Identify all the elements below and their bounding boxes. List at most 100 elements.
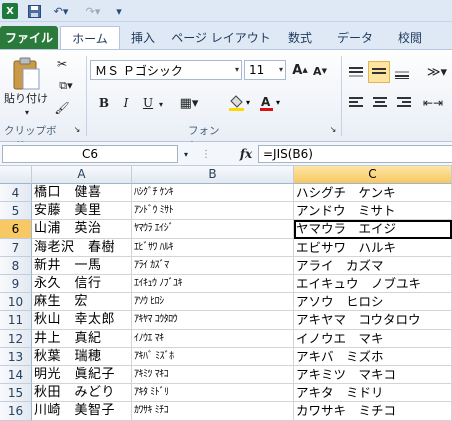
spreadsheet-grid[interactable]: A B C 4 橋口 健喜 ﾊｼｸﾞﾁ ｹﾝｷ ハシグチ ケンキ 5 安藤 美里 ｱﾝﾄﾞｳ… <box>0 166 452 421</box>
font-name-combo[interactable]: ＭＳ Ｐゴシック ▾ <box>90 60 242 80</box>
tab-data[interactable]: データ <box>330 26 380 49</box>
cell-b[interactable]: ﾊｼｸﾞﾁ ｹﾝｷ <box>132 184 294 203</box>
clipboard-launcher-icon[interactable]: ↘ <box>72 124 82 134</box>
cell-b[interactable]: ｲﾉｳｴ ﾏｷ <box>132 329 294 348</box>
cell-b[interactable]: ﾔﾏｳﾗ ｴｲｼﾞ <box>132 220 294 239</box>
tab-file[interactable]: ファイル <box>0 26 58 49</box>
cell-a[interactable]: 安藤 美里 <box>32 202 132 221</box>
row-header[interactable]: 11 <box>0 311 32 330</box>
cell-b[interactable]: ｱｿｳ ﾋﾛｼ <box>132 293 294 312</box>
cell-c[interactable]: イノウエ マキ <box>294 329 452 348</box>
cell-c[interactable]: アキタ ミドリ <box>294 384 452 403</box>
copy-icon[interactable]: ⧉▾ <box>54 78 78 94</box>
font-launcher-icon[interactable]: ↘ <box>328 124 338 134</box>
insert-function-button[interactable]: fx <box>236 145 256 163</box>
tab-insert[interactable]: 挿入 <box>122 26 164 49</box>
cell-b[interactable]: ｱﾗｲ ｶｽﾞﾏ <box>132 256 294 275</box>
cell-a[interactable]: 永久 信行 <box>32 275 132 294</box>
align-bottom-icon[interactable] <box>392 64 412 82</box>
paste-icon[interactable] <box>6 54 46 94</box>
tab-home[interactable]: ホーム <box>60 26 120 50</box>
row-header[interactable]: 6 <box>0 220 32 239</box>
name-box[interactable]: C6 <box>2 145 178 163</box>
bold-button[interactable]: B <box>96 94 112 112</box>
underline-dropdown-icon[interactable]: ▾ <box>156 98 166 110</box>
row-header[interactable]: 13 <box>0 347 32 366</box>
fill-color-icon[interactable]: ▾ <box>226 94 254 112</box>
cell-a[interactable]: 秋山 幸太郎 <box>32 311 132 330</box>
borders-icon[interactable]: ▦▾ <box>178 94 200 112</box>
cell-c[interactable]: カワサキ ミチコ <box>294 402 452 421</box>
cell-b[interactable]: ｱｷﾊﾞ ﾐｽﾞﾎ <box>132 347 294 366</box>
row-header[interactable]: 4 <box>0 184 32 203</box>
cell-c[interactable]: アンドウ ミサト <box>294 202 452 221</box>
grow-font-button[interactable]: A ▲ <box>292 60 308 80</box>
formula-input[interactable]: =JIS(B6) <box>258 145 452 163</box>
cell-c[interactable]: ハシグチ ケンキ <box>294 184 452 203</box>
cell-b[interactable]: ｴﾋﾞｻﾜ ﾊﾙｷ <box>132 238 294 257</box>
cell-a[interactable]: 秋葉 瑞穂 <box>32 347 132 366</box>
row-header[interactable]: 12 <box>0 329 32 348</box>
align-top-icon[interactable] <box>346 64 366 82</box>
cell-c[interactable]: アソウ ヒロシ <box>294 293 452 312</box>
row-header[interactable]: 15 <box>0 384 32 403</box>
cell-b[interactable]: ｱｷﾐﾂ ﾏｷｺ <box>132 366 294 385</box>
cell-a[interactable]: 海老沢 春樹 <box>32 238 132 257</box>
italic-button[interactable]: I <box>118 94 134 112</box>
underline-button[interactable]: U <box>140 94 156 112</box>
align-center-icon[interactable] <box>370 94 390 112</box>
font-size-combo[interactable]: 11 ▾ <box>244 60 286 80</box>
cell-a[interactable]: 井上 真紀 <box>32 329 132 348</box>
cell-c[interactable]: エイキュウ ノブユキ <box>294 275 452 294</box>
align-middle-icon[interactable] <box>368 61 390 83</box>
column-header-b[interactable]: B <box>132 166 294 184</box>
cell-a[interactable]: 明光 眞紀子 <box>32 366 132 385</box>
cell-c[interactable]: アライ カズマ <box>294 256 452 275</box>
indent-icon[interactable]: ⇤⇥ <box>420 94 446 112</box>
column-header-c[interactable]: C <box>294 166 452 184</box>
cut-icon[interactable]: ✂ <box>54 56 70 72</box>
format-painter-icon[interactable]: 🖌 <box>54 100 70 116</box>
cell-c[interactable]: ヤマウラ エイジ <box>294 220 452 239</box>
row-header[interactable]: 8 <box>0 256 32 275</box>
undo-icon[interactable]: ↶▾ <box>50 3 72 19</box>
cell-b[interactable]: ｱｷﾔﾏ ｺｳﾀﾛｳ <box>132 311 294 330</box>
cell-b[interactable]: ｶﾜｻｷ ﾐﾁｺ <box>132 402 294 421</box>
row-header[interactable]: 7 <box>0 238 32 257</box>
save-icon[interactable] <box>26 3 42 19</box>
name-box-dropdown-icon[interactable]: ▾ <box>180 148 192 160</box>
paste-button[interactable]: 貼り付け <box>2 90 50 106</box>
cell-a[interactable]: 秋田 みどり <box>32 384 132 403</box>
row-header[interactable]: 16 <box>0 402 32 421</box>
tab-page-layout[interactable]: ページ レイアウト <box>170 26 272 49</box>
row-header[interactable]: 5 <box>0 202 32 221</box>
row-header[interactable]: 14 <box>0 366 32 385</box>
select-all-corner[interactable] <box>0 166 32 184</box>
align-right-icon[interactable] <box>394 94 414 112</box>
cell-a[interactable]: 新井 一馬 <box>32 256 132 275</box>
row-header[interactable]: 10 <box>0 293 32 312</box>
redo-icon[interactable]: ↷▾ <box>82 3 104 19</box>
cell-a[interactable]: 川崎 美智子 <box>32 402 132 421</box>
tab-formulas[interactable]: 数式 <box>278 26 322 49</box>
orientation-icon[interactable]: ≫▾ <box>424 62 450 82</box>
align-left-icon[interactable] <box>346 94 366 112</box>
customize-qat-icon[interactable]: ▾ <box>114 3 124 19</box>
cell-a[interactable]: 麻生 宏 <box>32 293 132 312</box>
cell-a[interactable]: 橋口 健喜 <box>32 184 132 203</box>
svg-text:▾: ▾ <box>276 98 280 107</box>
cell-b[interactable]: ｱﾝﾄﾞｳ ﾐｻﾄ <box>132 202 294 221</box>
cell-b[interactable]: ｴｲｷｭｳ ﾉﾌﾞﾕｷ <box>132 275 294 294</box>
cell-b[interactable]: ｱｷﾀ ﾐﾄﾞﾘ <box>132 384 294 403</box>
paste-dropdown-icon[interactable]: ▾ <box>20 106 34 118</box>
tab-review[interactable]: 校閲 <box>388 26 432 49</box>
cell-c[interactable]: アキヤマ コウタロウ <box>294 311 452 330</box>
cell-c[interactable]: エビサワ ハルキ <box>294 238 452 257</box>
cell-c[interactable]: アキバ ミズホ <box>294 347 452 366</box>
font-color-icon[interactable]: A ▾ <box>258 94 284 112</box>
column-header-a[interactable]: A <box>32 166 132 184</box>
cell-c[interactable]: アキミツ マキコ <box>294 366 452 385</box>
cell-a[interactable]: 山浦 英治 <box>32 220 132 239</box>
row-header[interactable]: 9 <box>0 275 32 294</box>
shrink-font-button[interactable]: A ▼ <box>312 62 328 80</box>
